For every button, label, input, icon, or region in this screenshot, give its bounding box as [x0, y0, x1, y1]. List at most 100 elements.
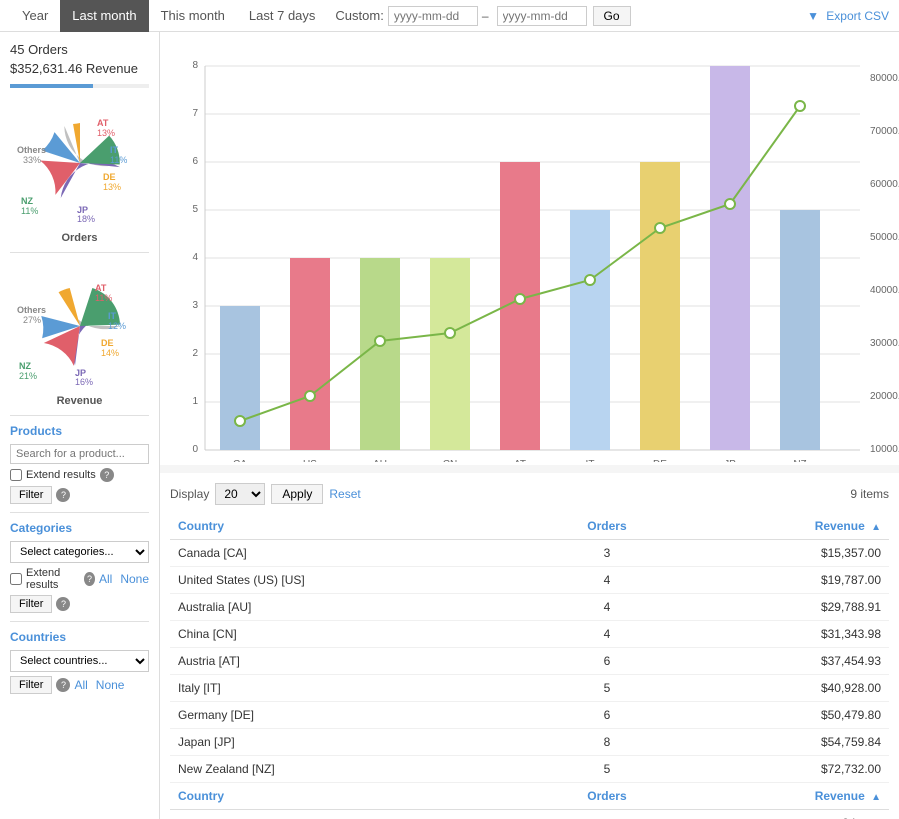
svg-text:80000.00: 80000.00 — [870, 73, 899, 84]
display-select[interactable]: 20 — [215, 483, 265, 505]
progress-bar — [10, 84, 93, 88]
cell-orders: 8 — [536, 729, 678, 756]
orders-pie-chart: AT 13% IT 11% DE 13% JP 18% NZ 11% Other… — [15, 98, 145, 228]
cell-revenue: $31,343.98 — [678, 621, 889, 648]
countries-filter-button[interactable]: Filter — [10, 676, 52, 694]
reset-button[interactable]: Reset — [329, 487, 360, 501]
svg-text:21%: 21% — [19, 371, 37, 381]
tfoot-country[interactable]: Country — [170, 783, 536, 810]
svg-text:1: 1 — [192, 396, 198, 407]
cell-revenue: $50,479.80 — [678, 702, 889, 729]
categories-all-link[interactable]: All — [99, 572, 112, 586]
svg-text:33%: 33% — [23, 155, 41, 165]
revenue-stat: $352,631.46 Revenue — [10, 61, 149, 76]
apply-button[interactable]: Apply — [271, 484, 323, 504]
extend-categories-help-icon[interactable]: ? — [84, 572, 95, 586]
extend-products-help-icon[interactable]: ? — [100, 468, 114, 482]
svg-text:3: 3 — [192, 300, 198, 311]
cell-country: China [CN] — [170, 621, 536, 648]
svg-text:DE: DE — [101, 338, 114, 348]
cell-country: Australia [AU] — [170, 594, 536, 621]
svg-text:AT: AT — [95, 283, 107, 293]
cell-orders: 6 — [536, 702, 678, 729]
svg-text:30000.00: 30000.00 — [870, 338, 899, 349]
export-csv-link[interactable]: ▼ Export CSV — [807, 9, 889, 23]
th-revenue[interactable]: Revenue ▲ — [678, 513, 889, 540]
progress-bar-container — [10, 84, 149, 88]
table-area: Display 20 Apply Reset 9 items Country O… — [160, 473, 899, 819]
cell-country: New Zealand [NZ] — [170, 756, 536, 783]
date-end-input[interactable] — [497, 6, 587, 26]
svg-text:60000.00: 60000.00 — [870, 179, 899, 190]
table-row: Australia [AU] 4 $29,788.91 — [170, 594, 889, 621]
svg-text:7: 7 — [192, 108, 198, 119]
divider-1 — [10, 252, 149, 253]
date-start-input[interactable] — [388, 6, 478, 26]
svg-text:11%: 11% — [110, 155, 127, 165]
countries-select[interactable]: Select countries... — [10, 650, 149, 672]
extend-categories-checkbox[interactable] — [10, 573, 22, 585]
svg-text:DE: DE — [653, 459, 667, 462]
extend-products-checkbox[interactable] — [10, 469, 22, 481]
tfoot-revenue[interactable]: Revenue ▲ — [678, 783, 889, 810]
countries-none-link[interactable]: None — [96, 678, 125, 692]
go-button[interactable]: Go — [593, 6, 631, 26]
cell-revenue: $15,357.00 — [678, 540, 889, 567]
tfoot-orders[interactable]: Orders — [536, 783, 678, 810]
categories-none-link[interactable]: None — [120, 572, 149, 586]
countries-all-link[interactable]: All — [74, 678, 87, 692]
svg-text:Others: Others — [17, 145, 46, 155]
cell-revenue: $37,454.93 — [678, 648, 889, 675]
th-country[interactable]: Country — [170, 513, 536, 540]
svg-text:11%: 11% — [95, 293, 112, 303]
products-filter-button[interactable]: Filter — [10, 486, 52, 504]
svg-text:27%: 27% — [23, 315, 41, 325]
sort-arrow-icon: ▲ — [871, 522, 881, 533]
categories-filter-button[interactable]: Filter — [10, 595, 52, 613]
table-row: New Zealand [NZ] 5 $72,732.00 — [170, 756, 889, 783]
products-filter-help-icon[interactable]: ? — [56, 488, 70, 502]
countries-filter-help-icon[interactable]: ? — [56, 678, 70, 692]
tab-last-month[interactable]: Last month — [60, 0, 148, 32]
svg-text:50000.00: 50000.00 — [870, 232, 899, 243]
data-table: Country Orders Revenue ▲ Canada [CA] 3 — [170, 513, 889, 819]
svg-text:US: US — [303, 459, 317, 462]
cell-revenue: $40,928.00 — [678, 675, 889, 702]
table-row: China [CN] 4 $31,343.98 — [170, 621, 889, 648]
tab-last-7-days[interactable]: Last 7 days — [237, 0, 328, 32]
orders-stat: 45 Orders — [10, 42, 149, 57]
product-search-input[interactable] — [10, 444, 149, 464]
categories-filter-help-icon[interactable]: ? — [56, 597, 70, 611]
cell-country: Austria [AT] — [170, 648, 536, 675]
svg-text:18%: 18% — [77, 214, 95, 224]
svg-text:IT: IT — [110, 145, 119, 155]
bar-chart: 0 1 2 3 4 5 6 7 8 10000.00 20000.00 3000… — [170, 42, 889, 465]
divider-3 — [10, 512, 149, 513]
extend-categories-label: Extend results — [26, 567, 80, 591]
content-area: 0 1 2 3 4 5 6 7 8 10000.00 20000.00 3000… — [160, 32, 899, 819]
svg-text:16%: 16% — [75, 377, 93, 387]
svg-text:40000.00: 40000.00 — [870, 285, 899, 296]
cell-country: United States (US) [US] — [170, 567, 536, 594]
sidebar: 45 Orders $352,631.46 Revenue — [0, 32, 160, 819]
main-layout: 45 Orders $352,631.46 Revenue — [0, 32, 899, 819]
orders-pie-label: Orders — [10, 232, 149, 244]
svg-text:20000.00: 20000.00 — [870, 391, 899, 402]
svg-text:IT: IT — [586, 459, 595, 462]
svg-text:Others: Others — [17, 305, 46, 315]
svg-text:CN: CN — [443, 459, 457, 462]
categories-select[interactable]: Select categories... — [10, 541, 149, 563]
divider-2 — [10, 415, 149, 416]
cell-country: Canada [CA] — [170, 540, 536, 567]
items-count: 9 items — [850, 487, 889, 501]
svg-text:10000.00: 10000.00 — [870, 444, 899, 455]
th-orders[interactable]: Orders — [536, 513, 678, 540]
svg-text:14%: 14% — [101, 348, 119, 358]
extend-categories-row: Extend results ? All None — [10, 567, 149, 591]
svg-text:NZ: NZ — [793, 459, 806, 462]
tab-year[interactable]: Year — [10, 0, 60, 32]
categories-filter-row: Filter ? — [10, 595, 149, 613]
svg-text:6: 6 — [192, 156, 198, 167]
tab-this-month[interactable]: This month — [149, 0, 237, 32]
svg-text:12%: 12% — [108, 321, 126, 331]
